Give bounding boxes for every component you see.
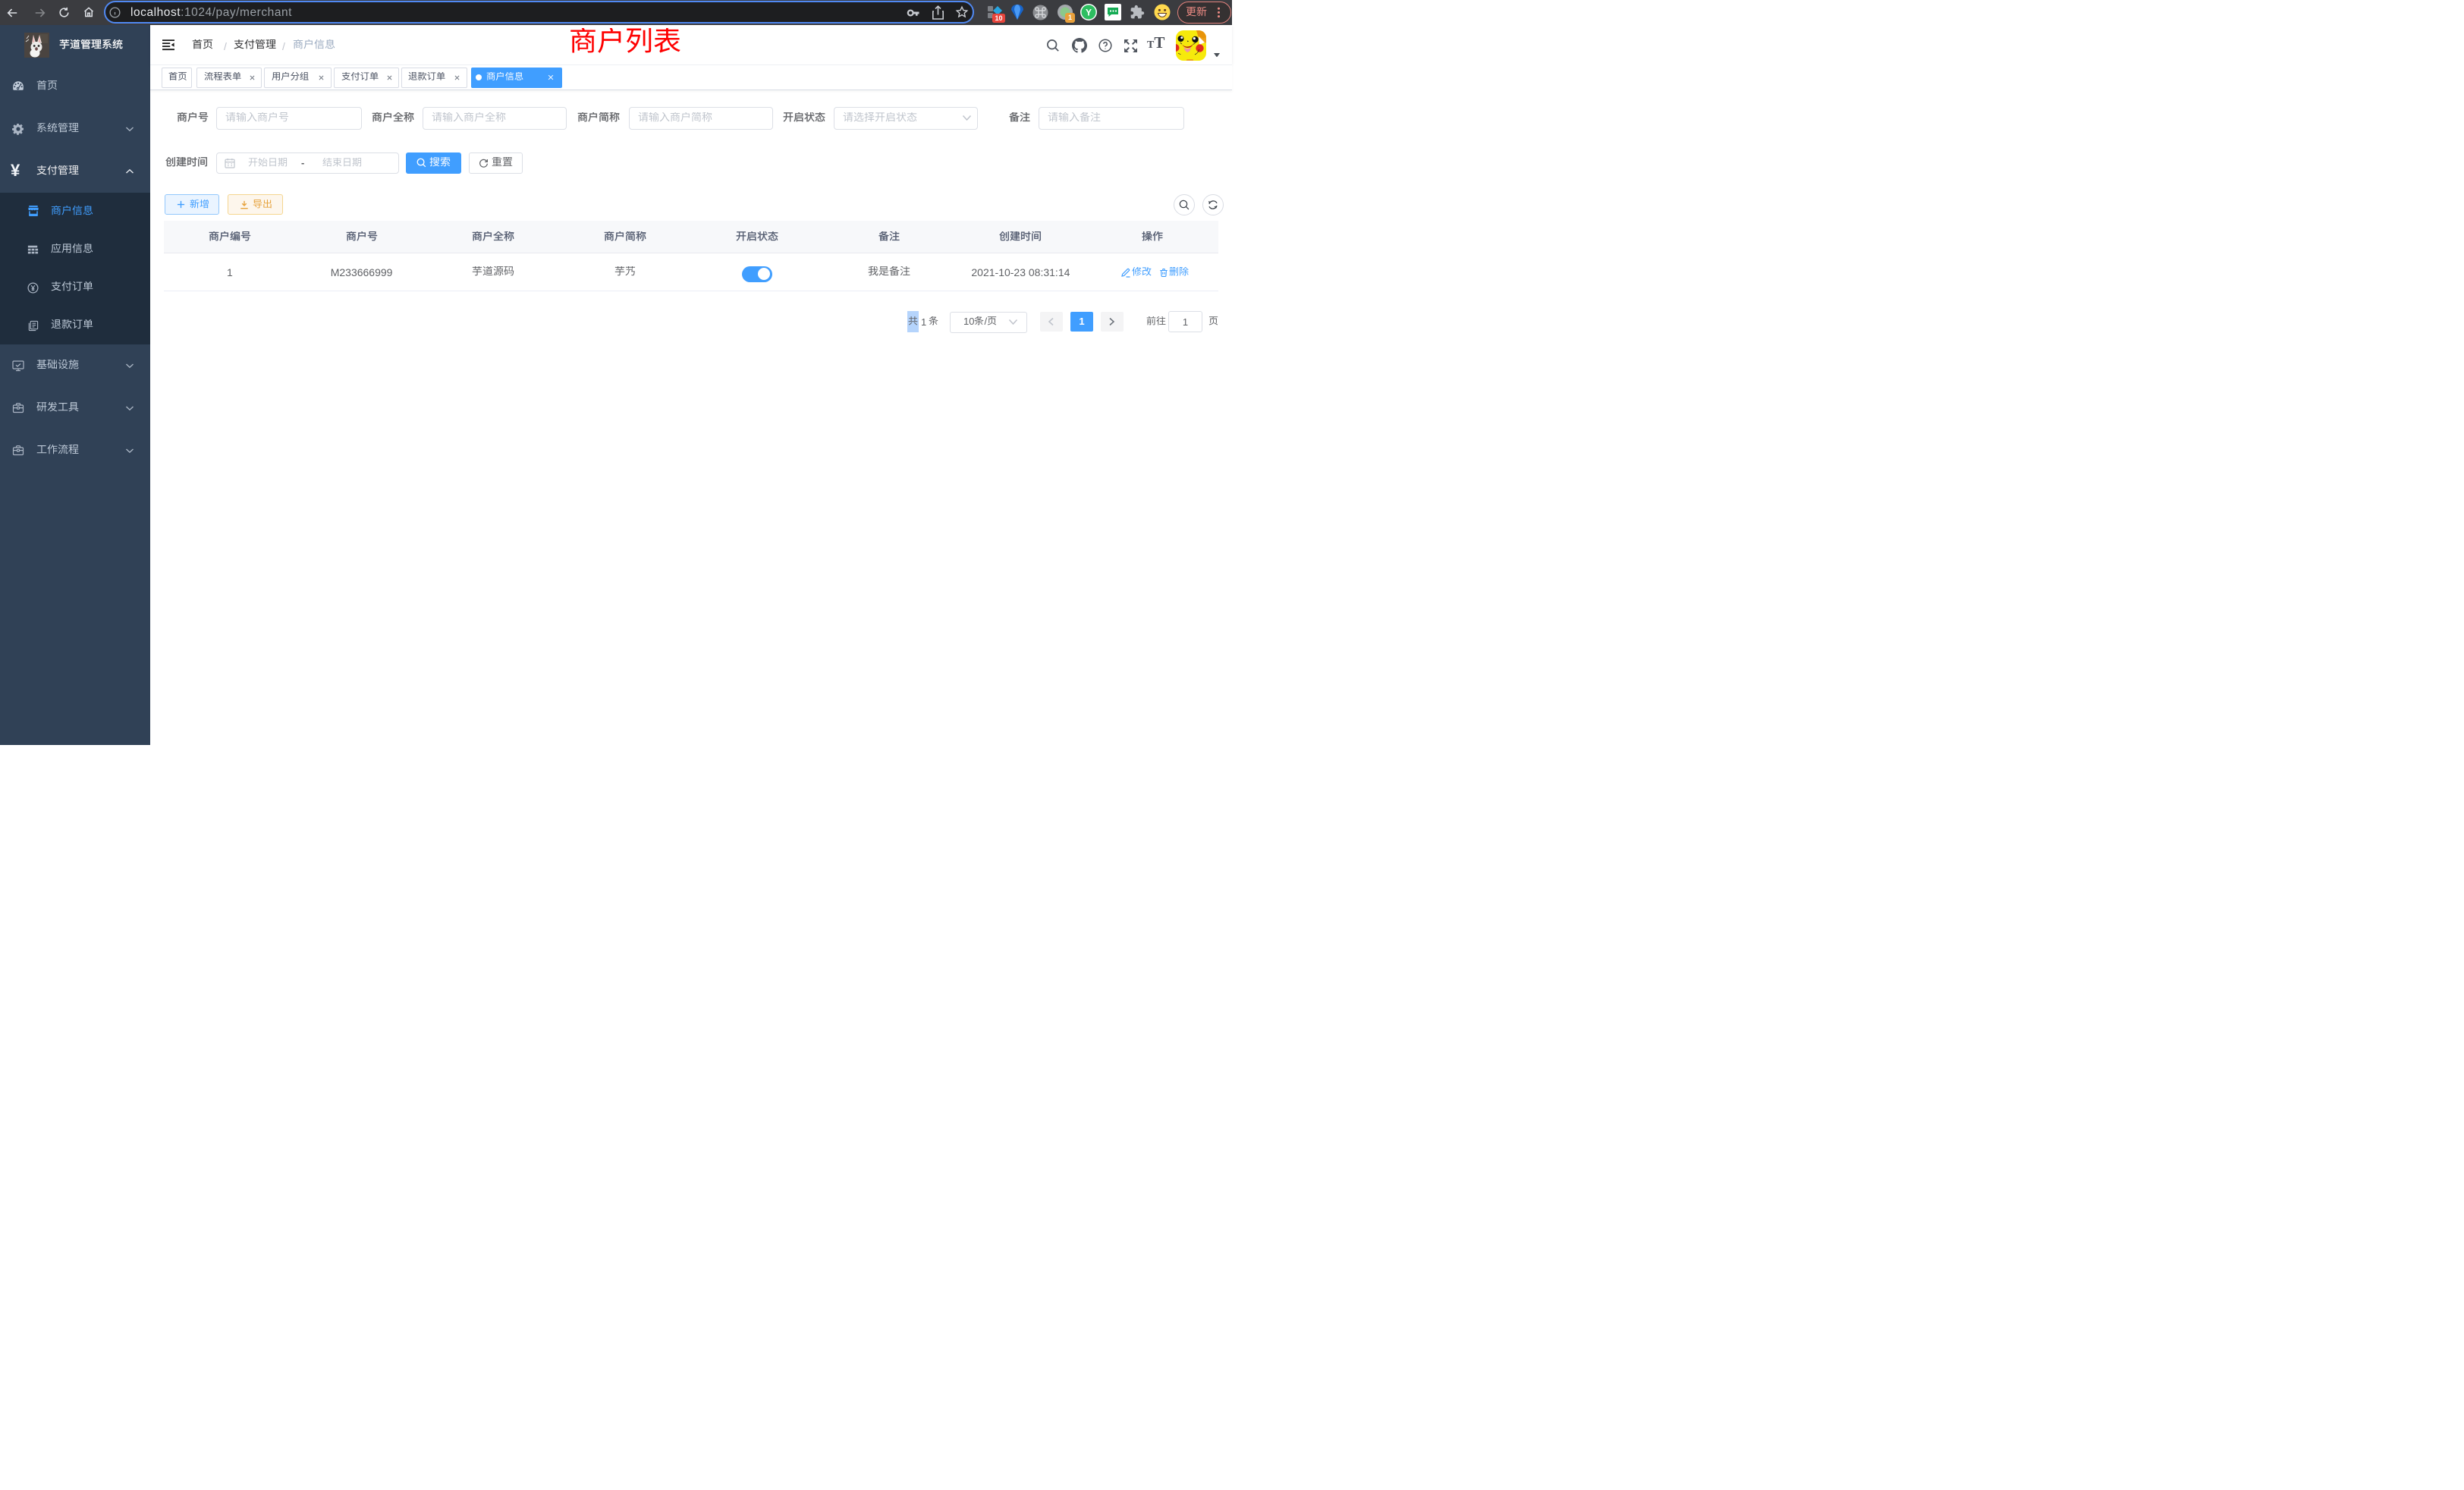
svg-text:Y: Y [1086, 8, 1092, 18]
